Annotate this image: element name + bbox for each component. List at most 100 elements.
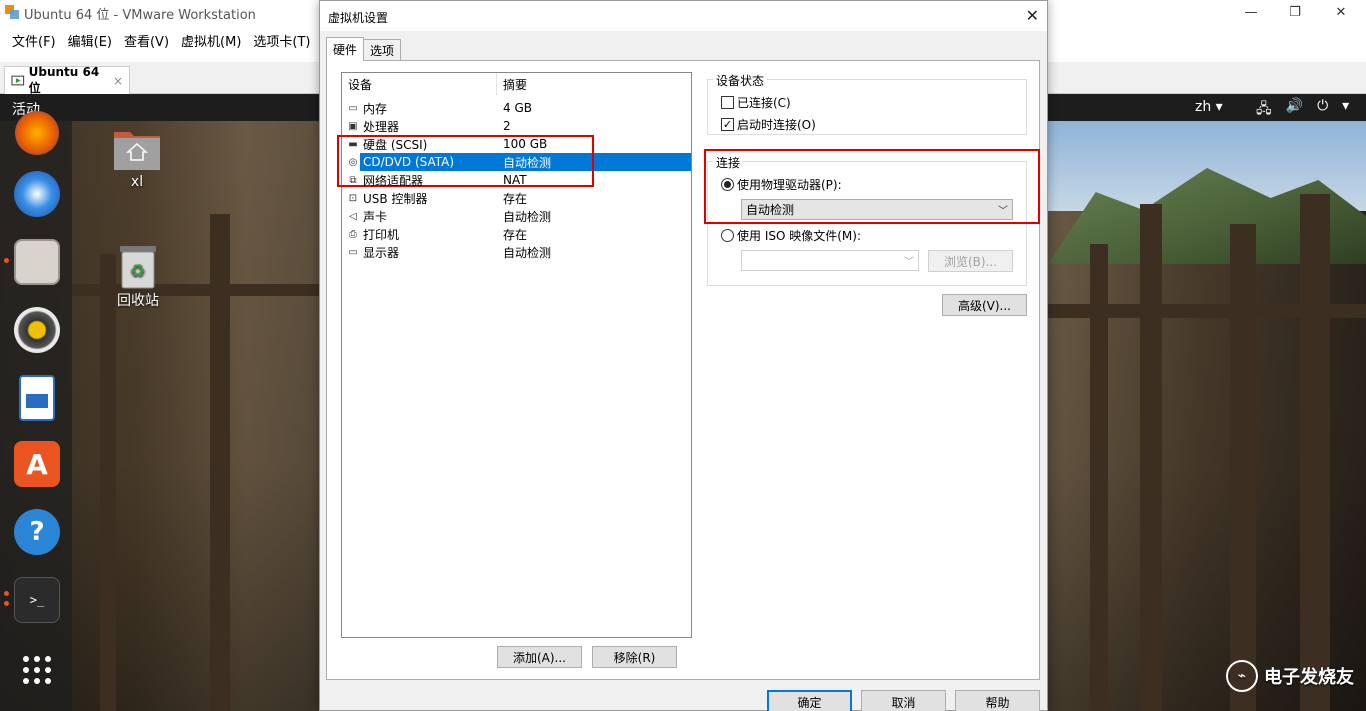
column-header-summary[interactable]: 摘要 [497,73,527,95]
device-name-cell: ▭ 内存 [342,100,497,117]
writer-icon[interactable] [19,375,55,421]
memory-icon: ▭ [348,102,358,114]
device-row[interactable]: ⧉ 网络适配器 NAT [342,171,691,189]
ok-button[interactable]: 确定 [767,690,852,711]
connected-checkbox-box [721,96,734,109]
device-name-cell: ⧉ 网络适配器 [342,172,497,189]
device-summary: NAT [503,173,527,187]
sound-icon: ◁ [349,210,357,222]
device-name-cell: ▣ 处理器 [342,118,497,135]
trash-icon: ♻ [120,246,156,289]
menu-tabs[interactable]: 选项卡(T) [253,31,310,50]
menu-view[interactable]: 查看(V) [124,31,169,50]
vmware-logo-icon [5,5,19,19]
vm-tab-close-icon[interactable]: × [113,74,123,88]
cancel-button[interactable]: 取消 [861,690,946,711]
rhythmbox-icon[interactable] [14,307,60,353]
software-icon[interactable]: A [14,441,60,487]
vm-tab-ubuntu[interactable]: Ubuntu 64 位 × [4,65,130,95]
physical-drive-radio-circle [721,178,734,191]
iso-image-radio-circle [721,229,734,242]
dialog-title: 虚拟机设置 [328,11,389,25]
cpu-icon: ▣ [348,120,358,132]
bridge-beam [100,254,116,711]
device-row[interactable]: ⊡ USB 控制器 存在 [342,189,691,207]
usb-icon: ⊡ [348,192,358,204]
help-button[interactable]: 帮助 [955,690,1040,711]
system-tray[interactable]: 🖧 🔊 ⏻ ▾ [1256,98,1349,122]
chevron-down-icon: ﹀ [904,257,914,268]
device-name: 打印机 [363,227,400,242]
vm-running-icon [11,75,25,85]
dialog-close-icon[interactable]: ✕ [1026,6,1039,25]
connect-on-start-label: 启动时连接(O) [737,118,816,132]
watermark: ⌁ 电子发烧友 [1226,660,1354,692]
desktop-icon-trash[interactable]: ♻ 回收站 [116,244,160,310]
device-name-cell: ⊡ USB 控制器 [342,190,497,207]
remove-device-button[interactable]: 移除(R) [592,646,677,668]
device-row[interactable]: ◎ CD/DVD (SATA) 自动检测 [342,153,691,171]
menu-file[interactable]: 文件(F) [12,31,56,50]
terminal-icon[interactable]: >_ [14,577,60,623]
tab-options[interactable]: 选项 [363,39,402,61]
power-icon: ⏻ [1317,98,1329,114]
menu-vm[interactable]: 虚拟机(M) [181,31,241,50]
device-list-header: 设备 摘要 [342,73,691,95]
device-name: 硬盘 (SCSI) [363,137,428,152]
device-name: 网络适配器 [363,173,424,188]
device-row[interactable]: ▣ 处理器 2 [342,117,691,135]
vm-settings-dialog: 虚拟机设置 ✕ 硬件 选项 设备 摘要 ▭ 内存 4 GB ▣ 处理器 2 ▬ 硬盘 (SCS… [319,0,1048,711]
device-row[interactable]: ◁ 声卡 自动检测 [342,207,691,225]
desktop-icon-home[interactable]: xl [112,126,162,190]
device-summary: 存在 [503,191,528,206]
device-name-cell: ▭ 显示器 [342,244,497,261]
device-name-cell: ◁ 声卡 [342,208,497,225]
apps-grid-icon[interactable] [14,647,60,693]
browse-button[interactable]: 浏览(B)... [928,250,1013,272]
physical-drive-radio[interactable]: 使用物理驱动器(P): [721,176,842,193]
desktop-icon-label: xl [130,174,144,190]
firefox-icon[interactable] [15,111,59,155]
device-summary: 自动检测 [503,209,552,224]
window-title: Ubuntu 64 位 - VMware Workstation [24,8,256,23]
iso-image-path-select[interactable]: ﹀ [741,250,919,271]
running-indicator [4,591,9,596]
minimize-button[interactable]: — [1228,0,1274,24]
dialog-tabs: 硬件 选项 [326,37,402,61]
device-row[interactable]: ⎙ 打印机 存在 [342,225,691,243]
menu-edit[interactable]: 编辑(E) [68,31,112,50]
chevron-down-icon: ﹀ [998,206,1008,217]
device-name: CD/DVD (SATA) [363,155,455,169]
connect-on-start-checkbox[interactable]: ✓ 启动时连接(O) [721,116,816,133]
input-method-indicator[interactable]: zh ▾ [1195,99,1223,115]
device-name: 处理器 [363,119,400,134]
harddisk-icon: ▬ [348,138,358,150]
device-name-cell: ◎ CD/DVD (SATA) [342,155,497,169]
column-header-device[interactable]: 设备 [342,73,497,95]
maximize-button[interactable]: ❐ [1272,0,1318,24]
writer-doc-glyph [26,394,48,408]
volume-icon: 🔊 [1285,98,1304,114]
device-row[interactable]: ▬ 硬盘 (SCSI) 100 GB [342,135,691,153]
thunderbird-icon[interactable] [14,171,60,217]
window-close-button[interactable]: ✕ [1318,0,1364,24]
tab-hardware[interactable]: 硬件 [326,37,365,61]
dialog-titlebar: 虚拟机设置 ✕ [320,1,1047,31]
apps-grid-glyph [23,656,51,684]
device-summary: 存在 [503,227,528,242]
device-name: 声卡 [363,209,388,224]
connected-checkbox[interactable]: 已连接(C) [721,94,791,111]
bridge-beam [1300,194,1330,711]
add-device-button[interactable]: 添加(A)... [497,646,582,668]
iso-image-radio[interactable]: 使用 ISO 映像文件(M): [721,227,861,244]
physical-drive-select[interactable]: 自动检测 ﹀ [741,199,1013,220]
toolbar [1048,24,1366,62]
hardware-panel: 设备 摘要 ▭ 内存 4 GB ▣ 处理器 2 ▬ 硬盘 (SCSI) 100 GB ◎ CD/DV… [326,60,1040,680]
help-icon[interactable]: ? [14,509,60,555]
watermark-logo-icon: ⌁ [1226,660,1258,692]
files-icon[interactable] [14,239,60,285]
device-row[interactable]: ▭ 内存 4 GB [342,99,691,117]
device-row[interactable]: ▭ 显示器 自动检测 [342,243,691,261]
advanced-button[interactable]: 高级(V)... [942,294,1027,316]
device-list[interactable]: 设备 摘要 ▭ 内存 4 GB ▣ 处理器 2 ▬ 硬盘 (SCSI) 100 GB ◎ CD/DV… [341,72,692,638]
